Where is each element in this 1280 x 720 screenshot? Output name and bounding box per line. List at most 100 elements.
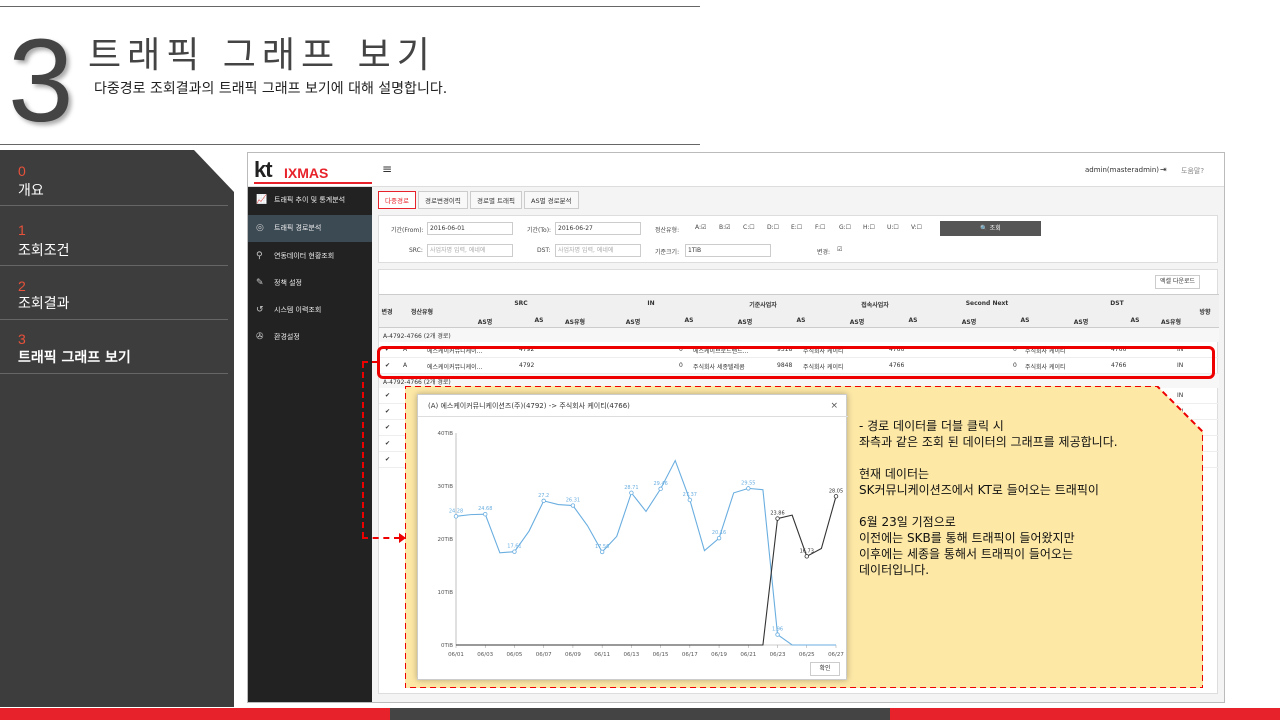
- nav-item-overview[interactable]: 0 개요: [0, 150, 228, 206]
- src-input[interactable]: 사업자명 입력, 에네에: [427, 244, 513, 257]
- logout-icon[interactable]: ⇥: [1160, 165, 1167, 174]
- table-subheader-cell: AS명: [1073, 319, 1089, 326]
- data-point: [716, 535, 722, 541]
- table-subheader-cell: AS유형: [1160, 319, 1181, 326]
- table-header: 변경 정산유형 SRC IN 기준사업자 접속사업자 Second Next DST 방향 AS명…: [379, 294, 1219, 328]
- traffic-line-chart: 0TiB 10TiB 20TiB 30TiB 40TiB 06/01 06/03 06/05 0…: [438, 431, 845, 658]
- y-tick-label: 0TiB: [441, 643, 453, 649]
- excel-download-button[interactable]: 엑셀 다운로드: [1155, 275, 1201, 289]
- table-header-cell: 정산유형: [410, 309, 434, 316]
- tab-path-history[interactable]: 경로변경이력: [418, 191, 468, 209]
- sidebar-item-policy[interactable]: ✎ 정책 설정: [248, 270, 372, 297]
- x-tick-label: 06/21: [740, 652, 756, 658]
- dst-placeholder: 사업자명 입력, 에네에: [558, 247, 614, 254]
- type-checkbox[interactable]: A:☑: [695, 224, 706, 231]
- data-label: 24.28: [449, 508, 463, 514]
- tab-as-analysis[interactable]: AS별 경로분석: [524, 191, 579, 209]
- type-checkbox[interactable]: V:☐: [911, 224, 922, 231]
- x-tick-label: 06/01: [448, 652, 464, 658]
- size-value: 1TiB: [688, 247, 702, 254]
- note-paragraph: 6월 23일 기점으로 이전에는 SKB를 통해 트래픽이 들어왔지만 이후에는…: [859, 515, 1075, 577]
- type-checkbox[interactable]: C:☐: [743, 224, 755, 231]
- page-subtitle: 다중경로 조회결과의 트래픽 그래프 보기에 대해 설명합니다.: [94, 81, 448, 97]
- wrench-icon: ✇: [256, 332, 264, 342]
- user-name: admin(masteradmin): [1085, 166, 1160, 174]
- data-point: [833, 494, 839, 499]
- data-point: [687, 497, 693, 503]
- table-cell: ✔: [385, 408, 391, 415]
- change-label: 변경:: [817, 249, 831, 256]
- dst-input[interactable]: 사업자명 입력, 에네에: [555, 244, 641, 257]
- popup-title: (A) 에스케이커뮤니케이션즈(주)(4792) -> 주식회사 케이티(476…: [428, 402, 630, 410]
- data-label: 23.86: [770, 511, 784, 517]
- from-date-input[interactable]: 2016-06-01: [427, 222, 513, 235]
- sidebar-label: 트래픽 경로분석: [274, 224, 322, 232]
- sidebar-item-linked-data[interactable]: ⚲ 연동데이터 현황조회: [248, 243, 372, 270]
- dst-label: DST:: [537, 247, 551, 254]
- sidebar-item-traffic-stats[interactable]: 📈 트래픽 추이 및 통계분석: [248, 187, 372, 214]
- type-checkbox[interactable]: F:☐: [815, 224, 825, 231]
- data-label: 29.55: [741, 480, 755, 486]
- sidebar-label: 트래픽 추이 및 통계분석: [274, 196, 346, 204]
- table-subheader-cell: AS: [534, 317, 544, 324]
- globe-icon: ◎: [256, 223, 264, 233]
- x-tick-label: 06/03: [477, 652, 493, 658]
- filter-panel: 기간(From): 2016-06-01 기간(To): 2016-06-27 …: [378, 215, 1218, 263]
- data-point: [775, 516, 780, 521]
- size-select[interactable]: 1TiB: [685, 244, 771, 257]
- popup-header: (A) 에스케이커뮤니케이션즈(주)(4792) -> 주식회사 케이티(476…: [418, 395, 848, 417]
- footer-bar-mid: [390, 708, 890, 720]
- menu-icon[interactable]: ≡: [382, 162, 392, 176]
- sidebar-item-system-history[interactable]: ↺ 시스템 이력조회: [248, 297, 372, 324]
- type-checkbox[interactable]: E:☐: [791, 224, 802, 231]
- data-point: [775, 632, 780, 637]
- data-label: 24.68: [478, 506, 492, 512]
- nav-label: 조회조건: [18, 243, 70, 259]
- type-checkbox[interactable]: H:☐: [863, 224, 875, 231]
- sidebar-item-settings[interactable]: ✇ 환경설정: [248, 324, 372, 351]
- page-title: 트래픽 그래프 보기: [88, 35, 436, 76]
- type-checkbox[interactable]: G:☐: [839, 224, 851, 231]
- search-button[interactable]: 🔍 조회: [940, 221, 1041, 236]
- logo-kt: kt: [254, 157, 273, 182]
- src-label: SRC:: [409, 247, 423, 254]
- tab-path-traffic[interactable]: 경로별 트래픽: [470, 191, 522, 209]
- change-checkbox[interactable]: ☑: [837, 246, 842, 253]
- graph-popup: (A) 에스케이커뮤니케이션즈(주)(4792) -> 주식회사 케이티(476…: [417, 394, 848, 680]
- help-link[interactable]: 도움말?: [1181, 166, 1204, 176]
- x-tick-label: 06/11: [594, 652, 610, 658]
- to-date-input[interactable]: 2016-06-27: [555, 222, 641, 235]
- ok-button[interactable]: 확인: [810, 662, 840, 676]
- tab-multipath[interactable]: 다중경로: [378, 191, 416, 209]
- x-tick-label: 06/15: [653, 652, 669, 658]
- nav-item-results[interactable]: 2 조회결과: [0, 266, 228, 320]
- table-header-cell: DST: [1110, 300, 1124, 307]
- x-tick-label: 06/07: [536, 652, 552, 658]
- x-tick-label: 06/09: [565, 652, 581, 658]
- type-checkbox[interactable]: D:☐: [767, 224, 779, 231]
- data-point: [570, 503, 576, 508]
- data-point: [804, 554, 809, 559]
- nav-num: 0: [18, 163, 26, 179]
- from-label: 기간(From):: [391, 227, 424, 234]
- nav-num: 3: [18, 331, 26, 347]
- nav-label: 개요: [18, 183, 44, 199]
- close-icon[interactable]: ×: [830, 395, 838, 417]
- nav-item-traffic-graph[interactable]: 3 트래픽 그래프 보기: [0, 320, 228, 374]
- note-text: - 경로 데이터를 더블 클릭 시 좌측과 같은 조회 된 데이터의 그래프를 …: [859, 418, 1199, 594]
- table-header-cell: 방향: [1199, 309, 1211, 316]
- data-label: 1.96: [772, 627, 783, 633]
- data-label: 27.2: [538, 493, 549, 499]
- logo-underline: [254, 182, 372, 184]
- data-label: 17.61: [507, 544, 521, 550]
- nav-item-conditions[interactable]: 1 조회조건: [0, 206, 228, 266]
- sidebar-item-path-analysis[interactable]: ◎ 트래픽 경로분석: [248, 215, 372, 242]
- slide-nav: 0 개요 1 조회조건 2 조회결과 3 트래픽 그래프 보기: [0, 150, 234, 707]
- type-checkbox[interactable]: B:☑: [719, 224, 731, 231]
- pin-icon: ✎: [256, 278, 264, 288]
- type-checkbox[interactable]: U:☐: [887, 224, 899, 231]
- type-label: 정산유형:: [655, 227, 680, 234]
- nav-label: 트래픽 그래프 보기: [18, 350, 131, 366]
- x-tick-label: 06/23: [770, 652, 786, 658]
- group-row[interactable]: A-4792-4766 (2개 경로): [379, 328, 1219, 342]
